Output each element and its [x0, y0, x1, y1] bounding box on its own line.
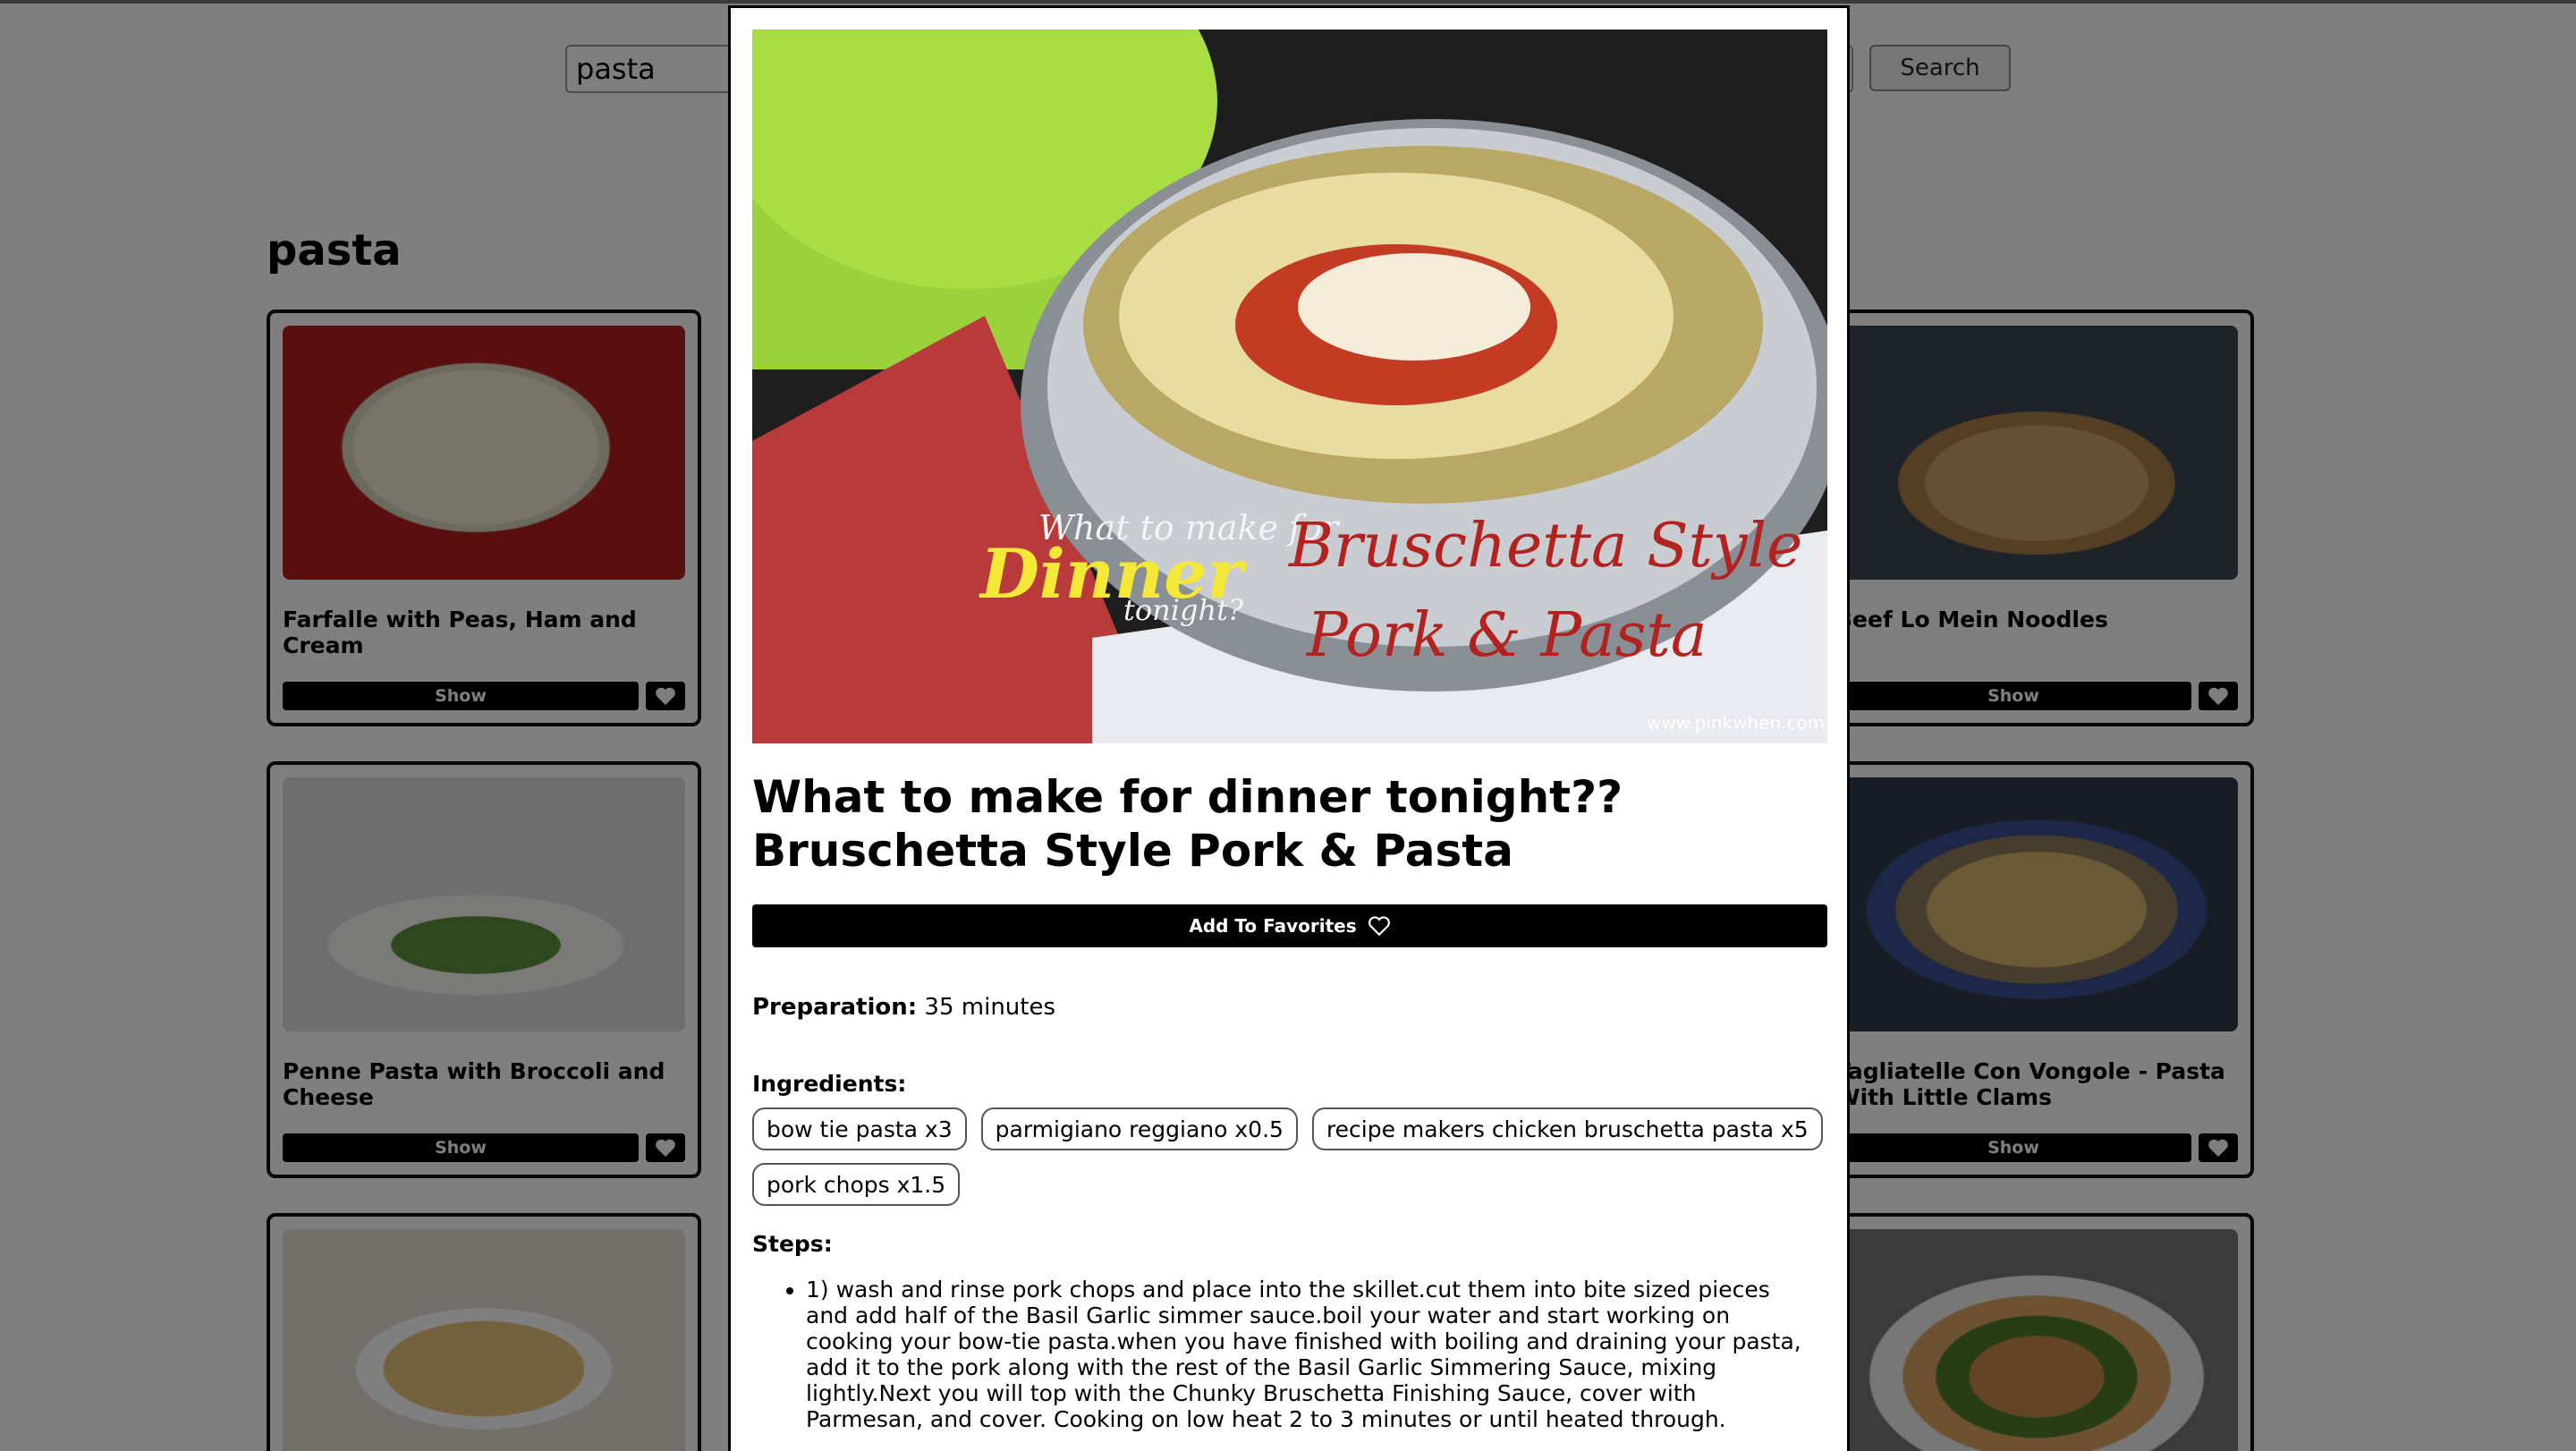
image-caption-brand1: Bruschetta Style — [1287, 511, 1802, 581]
preparation-time: Preparation: 35 minutes — [752, 994, 1826, 1021]
steps-heading: Steps: — [752, 1231, 833, 1257]
ingredient-chip: bow tie pasta x3 — [752, 1107, 967, 1150]
add-to-favorites-button[interactable]: Add To Favorites — [752, 904, 1827, 947]
recipe-detail-modal: What to make for Dinner tonight? Brusche… — [728, 5, 1850, 1451]
image-caption-url: www.pinkwhen.com — [1647, 712, 1825, 734]
heart-outline-icon — [1368, 916, 1390, 937]
preparation-value: 35 minutes — [924, 994, 1056, 1021]
preparation-label: Preparation: — [752, 994, 918, 1021]
ingredient-chip: pork chops x1.5 — [752, 1163, 961, 1206]
add-to-favorites-label: Add To Favorites — [1189, 915, 1357, 937]
image-caption-line3: tonight? — [1123, 593, 1244, 627]
image-caption-brand2: Pork & Pasta — [1305, 600, 1707, 671]
recipe-title: What to make for dinner tonight?? Brusch… — [752, 771, 1623, 877]
step-item: 1) wash and rinse pork chops and place i… — [806, 1277, 1808, 1432]
ingredient-chip: parmigiano reggiano x0.5 — [980, 1107, 1298, 1150]
recipe-photo-illustration: What to make for Dinner tonight? Brusche… — [752, 30, 1827, 743]
ingredient-chip: recipe makers chicken bruschetta pasta x… — [1311, 1107, 1823, 1150]
ingredients-list: bow tie pasta x3 parmigiano reggiano x0.… — [752, 1107, 1827, 1206]
recipe-photo: What to make for Dinner tonight? Brusche… — [752, 30, 1827, 743]
ingredients-heading: Ingredients: — [752, 1071, 907, 1097]
steps-list: 1) wash and rinse pork chops and place i… — [752, 1277, 1808, 1432]
